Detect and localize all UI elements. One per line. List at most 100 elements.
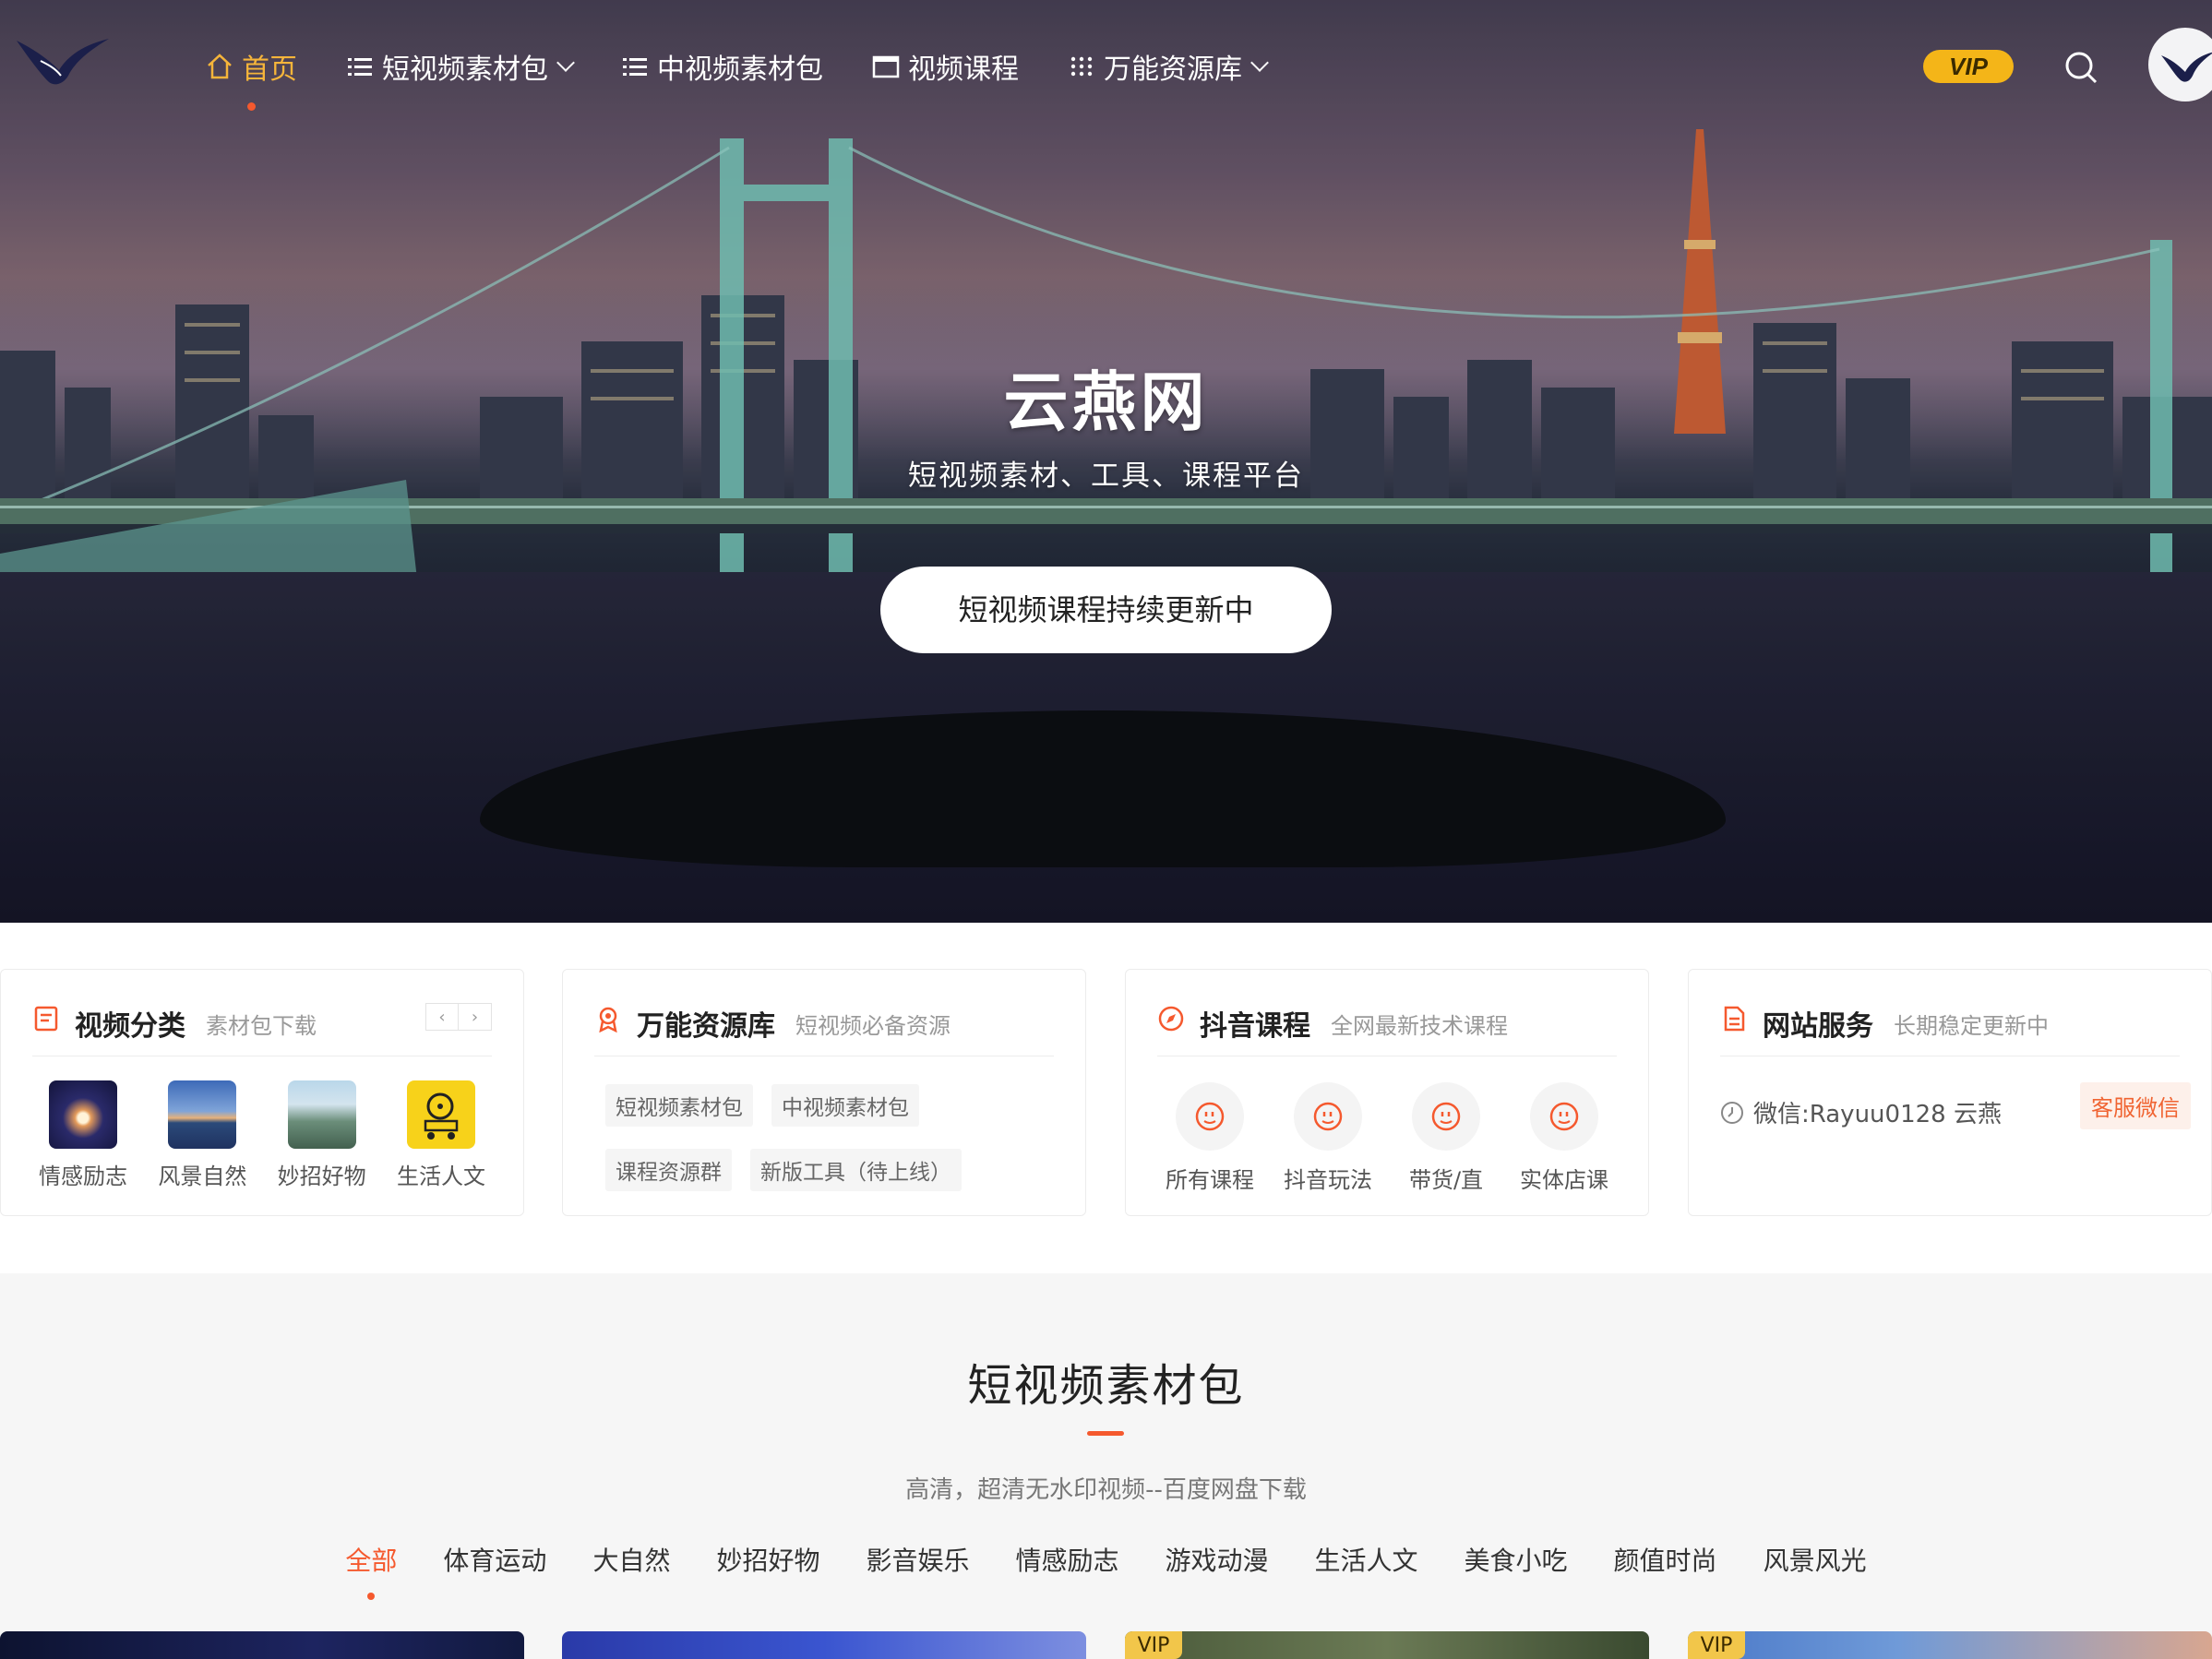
landscape-thumbnail: [168, 1080, 237, 1149]
card-title: 网站服务: [1763, 1010, 1873, 1043]
active-indicator: [247, 102, 256, 111]
hero-banner: 云燕网 短视频素材、工具、课程平台 短视频课程持续更新中: [0, 0, 2212, 923]
clock-icon: [1721, 1101, 1743, 1124]
resource-tag[interactable]: 新版工具（待上线）: [750, 1149, 962, 1191]
nav-item-label: 中视频素材包: [657, 54, 823, 86]
course-item[interactable]: 实体店课: [1512, 1082, 1617, 1194]
list-icon: [623, 58, 647, 76]
face-icon: [1431, 1102, 1461, 1131]
course-item[interactable]: 带货/直: [1393, 1082, 1499, 1194]
card-header: 抖音课程 全网最新技术课程: [1157, 1003, 1617, 1056]
video-pack-grid: VIP VIP: [0, 1631, 2212, 1659]
filter-tab[interactable]: 生活人文: [1315, 1541, 1418, 1578]
prev-arrow-icon[interactable]: ‹: [425, 1003, 459, 1031]
filter-tab[interactable]: 颜值时尚: [1614, 1541, 1717, 1578]
carousel-arrows: ‹ ›: [425, 1003, 492, 1031]
nav-item-label: 短视频素材包: [382, 54, 548, 86]
video-category-card: 视频分类 素材包下载 ‹ › 情感励志 风景自然 妙招好物 生活人文: [0, 969, 524, 1216]
filter-tab[interactable]: 体育运动: [443, 1541, 546, 1578]
top-navigation: 首页 短视频素材包 中视频素材包 视频课程 万能资源库 VIP: [0, 0, 2212, 129]
site-service-card: 网站服务 长期稳定更新中 微信:Rayuu0128 云燕 客服微信: [1688, 969, 2212, 1216]
short-video-pack-section: 短视频素材包 高清，超清无水印视频--百度网盘下载 全部 体育运动 大自然 妙招…: [0, 1273, 2212, 1659]
nav-item-mid-video-pack[interactable]: 中视频素材包: [620, 46, 823, 87]
customer-service-button[interactable]: 客服微信: [2080, 1082, 2191, 1129]
filter-tab[interactable]: 情感励志: [1015, 1541, 1118, 1578]
filter-tab[interactable]: 游戏动漫: [1166, 1541, 1269, 1578]
category-list: 情感励志 风景自然 妙招好物 生活人文: [32, 1080, 492, 1190]
category-item[interactable]: 生活人文: [390, 1080, 492, 1190]
video-pack-card[interactable]: [562, 1631, 1086, 1659]
course-label: 实体店课: [1520, 1167, 1608, 1193]
course-label: 带货/直: [1408, 1167, 1484, 1193]
course-item[interactable]: 所有课程: [1157, 1082, 1262, 1194]
vip-button[interactable]: VIP: [1923, 50, 2014, 83]
resource-tag[interactable]: 短视频素材包: [605, 1084, 753, 1127]
filter-tab[interactable]: 风景风光: [1764, 1541, 1867, 1578]
hero-title: 云燕网: [1003, 364, 1209, 440]
resource-tag[interactable]: 课程资源群: [605, 1149, 732, 1191]
face-icon: [1549, 1102, 1579, 1131]
section-title: 短视频素材包: [967, 1360, 1245, 1412]
card-title: 万能资源库: [637, 1010, 775, 1043]
resource-library-card: 万能资源库 短视频必备资源 短视频素材包 中视频素材包 课程资源群 新版工具（待上线…: [562, 969, 1086, 1216]
wechat-contact: 微信:Rayuu0128 云燕: [1753, 1101, 2002, 1128]
search-icon[interactable]: [2063, 50, 2098, 85]
filter-tab[interactable]: 影音娱乐: [866, 1541, 969, 1578]
vip-badge: VIP: [1688, 1631, 1745, 1659]
video-pack-card[interactable]: VIP: [1125, 1631, 1649, 1659]
service-row: 微信:Rayuu0128 云燕 客服微信: [1720, 1082, 2191, 1129]
nav-item-short-video-pack[interactable]: 短视频素材包: [345, 46, 575, 87]
hero-subtitle: 短视频素材、工具、课程平台: [908, 460, 1304, 493]
award-icon: [599, 1007, 617, 1032]
next-arrow-icon[interactable]: ›: [459, 1003, 492, 1031]
card-title: 抖音课程: [1200, 1010, 1310, 1043]
resource-tag[interactable]: 中视频素材包: [771, 1084, 919, 1127]
category-item[interactable]: 情感励志: [32, 1080, 134, 1190]
grid-icon: [1070, 56, 1093, 77]
nav-item-resource-library[interactable]: 万能资源库: [1067, 46, 1269, 87]
category-item[interactable]: 风景自然: [151, 1080, 253, 1190]
video-pack-card[interactable]: VIP: [1688, 1631, 2212, 1659]
nav-item-label: 首页: [242, 54, 297, 86]
card-subtitle: 短视频必备资源: [795, 1013, 951, 1039]
window-icon: [872, 55, 900, 78]
hero-cta-button[interactable]: 短视频课程持续更新中: [880, 567, 1332, 653]
filter-tab-all[interactable]: 全部: [345, 1541, 397, 1600]
vip-badge: VIP: [1125, 1631, 1182, 1659]
compass-icon: [1158, 1006, 1184, 1032]
home-icon: [208, 54, 232, 79]
course-list: 所有课程 抖音玩法 带货/直 实体店课: [1157, 1082, 1617, 1194]
card-header: 视频分类 素材包下载 ‹ ›: [32, 1003, 492, 1056]
film-camera-icon: [424, 1092, 459, 1140]
movie-thumbnail: [406, 1080, 475, 1149]
nav-item-label: 视频课程: [908, 54, 1019, 86]
avatar[interactable]: [2148, 28, 2212, 101]
face-icon: [1313, 1102, 1343, 1131]
video-pack-card[interactable]: [0, 1631, 524, 1659]
filter-tab[interactable]: 妙招好物: [716, 1541, 819, 1578]
chevron-down-icon: [1250, 54, 1269, 72]
nav-menu: 首页 短视频素材包 中视频素材包 视频课程 万能资源库: [205, 46, 1314, 111]
resource-tags: 短视频素材包 中视频素材包 课程资源群 新版工具（待上线）: [605, 1084, 1067, 1213]
feature-cards: 视频分类 素材包下载 ‹ › 情感励志 风景自然 妙招好物 生活人文 万能资源库…: [0, 969, 2212, 1218]
document-icon: [34, 1006, 58, 1032]
filter-tab[interactable]: 美食小吃: [1465, 1541, 1568, 1578]
swallow-logo[interactable]: [13, 33, 114, 89]
card-subtitle: 全网最新技术课程: [1331, 1013, 1508, 1039]
filter-tab[interactable]: 大自然: [592, 1541, 670, 1578]
trick-thumbnail: [287, 1080, 356, 1149]
category-filter-tabs: 全部 体育运动 大自然 妙招好物 影音娱乐 情感励志 游戏动漫 生活人文 美食小…: [0, 1541, 2212, 1600]
card-header: 网站服务 长期稳定更新中: [1720, 1003, 2180, 1056]
card-header: 万能资源库 短视频必备资源: [594, 1003, 1054, 1056]
course-item[interactable]: 抖音玩法: [1275, 1082, 1381, 1194]
course-label: 所有课程: [1166, 1167, 1254, 1193]
category-item[interactable]: 妙招好物: [271, 1080, 373, 1190]
category-label: 生活人文: [396, 1164, 485, 1189]
list-icon: [348, 58, 372, 76]
douyin-course-card: 抖音课程 全网最新技术课程 所有课程 抖音玩法 带货/直 实体店课: [1125, 969, 1649, 1216]
swallow-avatar-icon: [2161, 52, 2212, 82]
nav-item-home[interactable]: 首页: [205, 46, 297, 111]
category-label: 风景自然: [158, 1164, 247, 1189]
nav-item-video-course[interactable]: 视频课程: [871, 46, 1019, 87]
category-label: 妙招好物: [277, 1164, 366, 1189]
